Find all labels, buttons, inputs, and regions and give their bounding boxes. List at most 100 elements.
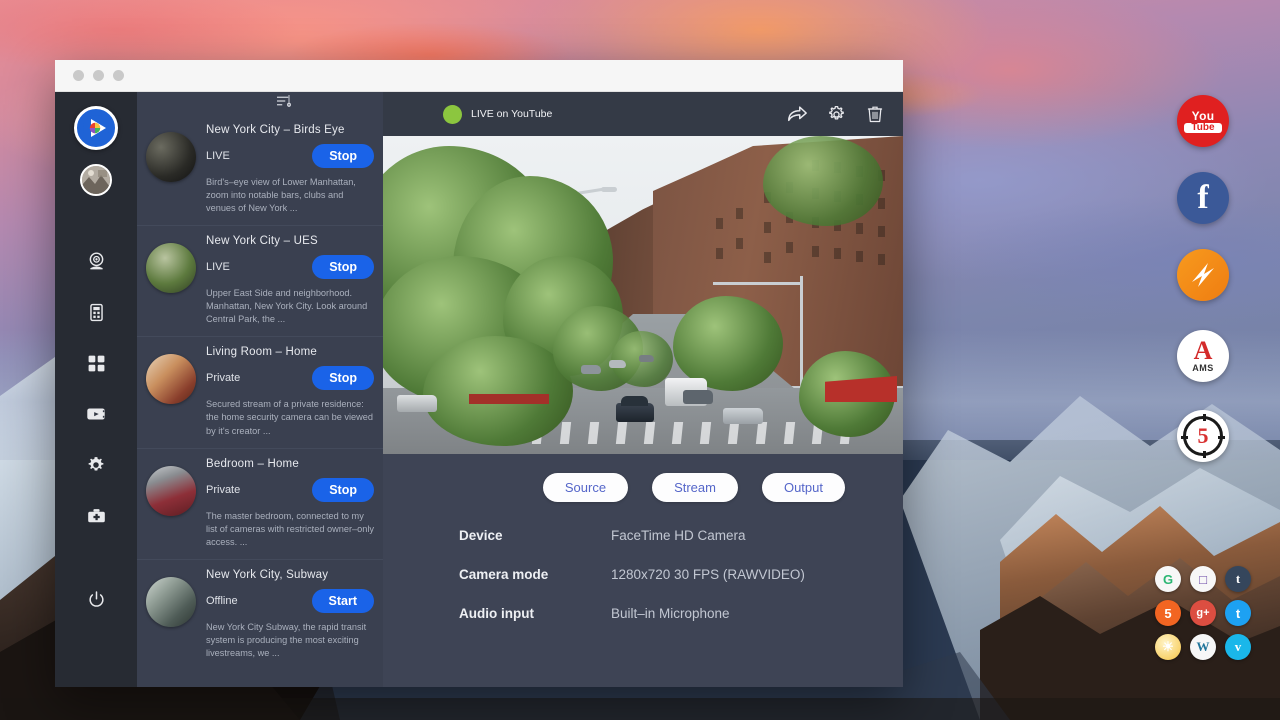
gumroad-glyph: G	[1163, 572, 1173, 587]
video-red-storefront	[469, 394, 549, 404]
power-glyph	[87, 590, 106, 609]
camera-title: Bedroom – Home	[206, 458, 374, 470]
camera-action-button[interactable]: Stop	[312, 478, 374, 502]
twitter-mini-glyph: t	[1236, 606, 1240, 621]
twitch-icon[interactable]: □	[1190, 566, 1216, 592]
tab-stream[interactable]: Stream	[652, 473, 738, 502]
window-close-button[interactable]	[73, 70, 84, 81]
camera-title: Living Room – Home	[206, 346, 374, 358]
googleplus-mini-icon[interactable]: g+	[1190, 600, 1216, 626]
gear-glyph	[86, 455, 106, 475]
window-minimize-button[interactable]	[93, 70, 104, 81]
five-mini-glyph: 5	[1164, 606, 1171, 621]
vimeo-mini-icon[interactable]: v	[1225, 634, 1251, 660]
five-mini-icon[interactable]: 5	[1155, 600, 1181, 626]
video-car	[621, 396, 648, 406]
window-titlebar[interactable]	[55, 60, 903, 92]
camera-action-button[interactable]: Stop	[312, 144, 374, 168]
camera-list-header	[137, 92, 383, 115]
webcam-glyph	[86, 251, 107, 272]
video-tree	[673, 296, 783, 391]
camera-list-item[interactable]: New York City, Subway Offline Start New …	[137, 560, 383, 670]
camera-thumbnail	[146, 577, 196, 627]
live-status-label: LIVE on YouTube	[471, 108, 552, 120]
user-avatar[interactable]	[80, 164, 112, 196]
camera-title: New York City – Birds Eye	[206, 124, 374, 136]
camera-list-item[interactable]: Living Room – Home Private Stop Secured …	[137, 337, 383, 448]
screen-icon[interactable]	[77, 395, 115, 433]
app-logo[interactable]	[74, 106, 118, 150]
share-glyph	[786, 103, 808, 125]
five-desktop-icon[interactable]: 5	[1177, 410, 1229, 462]
power-icon[interactable]	[77, 580, 115, 618]
trash-icon[interactable]	[865, 103, 885, 125]
five-number: 5	[1198, 423, 1209, 449]
share-icon[interactable]	[786, 103, 808, 125]
info-label: Camera mode	[459, 567, 611, 582]
grid-glyph	[87, 354, 106, 373]
window-maximize-button[interactable]	[113, 70, 124, 81]
sun-mini-icon[interactable]: ☀	[1155, 634, 1181, 660]
mobile-icon[interactable]	[77, 293, 115, 331]
adobe-mark: A	[1194, 339, 1213, 362]
webcam-icon[interactable]	[77, 242, 115, 280]
main-panel: LIVE on YouTube	[383, 92, 903, 687]
grid-icon[interactable]	[77, 344, 115, 382]
wowza-desktop-icon[interactable]	[1177, 249, 1229, 301]
gear-icon[interactable]	[77, 446, 115, 484]
app-body: New York City – Birds Eye LIVE Stop Bird…	[55, 92, 903, 687]
trash-glyph	[865, 103, 885, 125]
camera-title: New York City – UES	[206, 235, 374, 247]
camera-list-item[interactable]: New York City – UES LIVE Stop Upper East…	[137, 226, 383, 337]
gumroad-icon[interactable]: G	[1155, 566, 1181, 592]
camera-action-button[interactable]: Start	[312, 589, 374, 613]
camera-description: Upper East Side and neighborhood. Manhat…	[206, 287, 374, 326]
camera-list-item[interactable]: New York City – Birds Eye LIVE Stop Bird…	[137, 115, 383, 226]
info-label: Audio input	[459, 606, 611, 621]
info-value: FaceTime HD Camera	[611, 528, 746, 543]
gear-icon[interactable]	[826, 104, 847, 125]
sort-glyph	[274, 92, 292, 110]
desktop-mini-icon-grid: G □ t 5 g+ t ☀ W v	[1155, 566, 1255, 668]
camera-status: LIVE	[206, 261, 230, 273]
sort-icon[interactable]	[274, 92, 292, 115]
camera-status: LIVE	[206, 150, 230, 162]
googleplus-mini-glyph: g+	[1196, 607, 1209, 619]
camera-status: Private	[206, 372, 240, 384]
video-tree	[763, 136, 883, 226]
info-row: Camera mode 1280x720 30 FPS (RAWVIDEO)	[459, 567, 903, 582]
firstaid-icon[interactable]	[77, 497, 115, 535]
twitch-glyph: □	[1199, 572, 1207, 587]
info-value: 1280x720 30 FPS (RAWVIDEO)	[611, 567, 805, 582]
tumblr-icon[interactable]: t	[1225, 566, 1251, 592]
camera-thumbnail	[146, 466, 196, 516]
app-window: New York City – Birds Eye LIVE Stop Bird…	[55, 60, 903, 687]
youtube-tube-text: Tube	[1184, 123, 1222, 133]
facebook-desktop-icon[interactable]: f	[1177, 172, 1229, 224]
screen-glyph	[85, 403, 107, 425]
wordpress-mini-icon[interactable]: W	[1190, 634, 1216, 660]
adobe-ams-desktop-icon[interactable]: A AMS	[1177, 330, 1229, 382]
live-status: LIVE on YouTube	[443, 105, 552, 124]
add-camera-button[interactable]: + Add Camera	[137, 670, 383, 687]
vimeo-mini-glyph: v	[1235, 639, 1242, 655]
tab-source[interactable]: Source	[543, 473, 628, 502]
firstaid-glyph	[86, 506, 107, 527]
tab-output[interactable]: Output	[762, 473, 845, 502]
settings-tabs: Source Stream Output	[383, 454, 903, 502]
desktop: You Tube f A AMS 5 G □ t 5 g+	[0, 0, 1280, 720]
video-streetlamp-head	[601, 187, 617, 192]
target-ring-icon: 5	[1183, 416, 1223, 456]
video-traffic-arm	[713, 282, 803, 285]
youtube-desktop-icon[interactable]: You Tube	[1177, 95, 1229, 147]
camera-action-button[interactable]: Stop	[312, 255, 374, 279]
video-preview[interactable]	[383, 136, 903, 454]
camera-status: Private	[206, 484, 240, 496]
sidebar-rail	[55, 92, 137, 687]
info-label: Device	[459, 528, 611, 543]
camera-list-item[interactable]: Bedroom – Home Private Stop The master b…	[137, 449, 383, 560]
camera-action-button[interactable]: Stop	[312, 366, 374, 390]
twitter-mini-icon[interactable]: t	[1225, 600, 1251, 626]
video-car-left	[397, 395, 437, 412]
video-traffic-pole	[800, 276, 803, 386]
